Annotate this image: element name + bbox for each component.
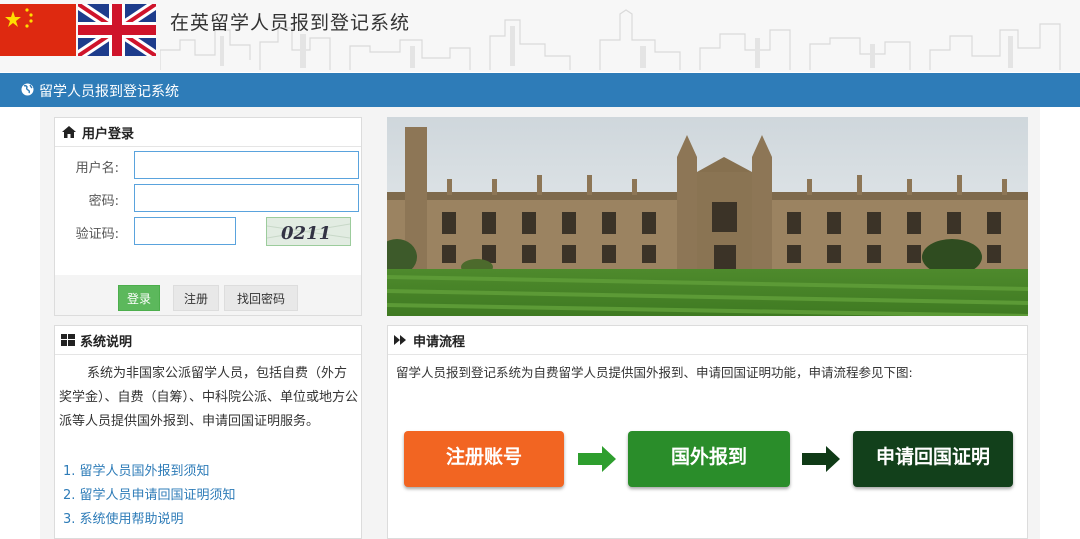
china-flag-icon <box>0 4 76 56</box>
site-title: 在英留学人员报到登记系统 <box>170 12 411 34</box>
username-row: 用户名: <box>55 151 363 181</box>
password-row: 密码: <box>55 184 363 214</box>
link-return-certificate-notice[interactable]: 2. 留学人员申请回国证明须知 <box>63 484 236 508</box>
step-return-certificate: 申请回国证明 <box>853 431 1013 487</box>
application-flow-description: 留学人员报到登记系统为自费留学人员提供国外报到、申请回国证明功能，申请流程参见下… <box>396 365 913 380</box>
windows-icon <box>61 334 75 346</box>
login-panel: 用户登录 用户名: 密码: 验证码: 0211 登录 注册 找回密码 <box>54 117 362 316</box>
step-register-account: 注册账号 <box>404 431 564 487</box>
info-links-list: 1. 留学人员国外报到须知 2. 留学人员申请回国证明须知 3. 系统使用帮助说… <box>63 460 236 532</box>
application-flow-title: 申请流程 <box>413 334 466 350</box>
register-button[interactable]: 注册 <box>173 285 219 311</box>
captcha-label: 验证码: <box>75 227 119 242</box>
password-input[interactable] <box>134 184 359 212</box>
username-label: 用户名: <box>75 161 119 176</box>
globe-icon <box>21 83 34 96</box>
login-panel-header: 用户登录 <box>55 118 361 147</box>
svg-text:0211: 0211 <box>281 223 331 244</box>
system-info-panel: 系统说明 系统为非国家公派留学人员，包括自费（外方奖学金）、自费（自筹）、中科院… <box>54 325 362 539</box>
login-button[interactable]: 登录 <box>118 285 160 311</box>
fast-forward-icon <box>394 335 406 345</box>
link-report-notice[interactable]: 1. 留学人员国外报到须知 <box>63 460 236 484</box>
arrow-right-icon <box>802 446 840 472</box>
application-flow-header: 申请流程 <box>388 326 1027 355</box>
nav-title-link[interactable]: 留学人员报到登记系统 <box>39 81 179 101</box>
password-label: 密码: <box>88 194 119 209</box>
captcha-row: 验证码: 0211 <box>55 217 363 247</box>
arrow-right-icon <box>578 446 616 472</box>
system-info-text: 系统为非国家公派留学人员，包括自费（外方奖学金）、自费（自筹）、中科院公派、单位… <box>59 366 359 429</box>
username-input[interactable] <box>134 151 359 179</box>
login-panel-title: 用户登录 <box>82 126 135 142</box>
step-overseas-report: 国外报到 <box>628 431 790 487</box>
home-icon <box>62 126 76 138</box>
system-info-title: 系统说明 <box>80 334 133 350</box>
system-info-header: 系统说明 <box>55 326 361 355</box>
site-header: 在英留学人员报到登记系统 <box>0 0 1080 72</box>
application-flow-panel: 申请流程 留学人员报到登记系统为自费留学人员提供国外报到、申请回国证明功能，申请… <box>387 325 1028 539</box>
captcha-input[interactable] <box>134 217 236 245</box>
link-system-help[interactable]: 3. 系统使用帮助说明 <box>63 508 236 532</box>
captcha-image[interactable]: 0211 <box>266 217 351 246</box>
login-button-bar: 登录 注册 找回密码 <box>55 275 361 315</box>
campus-photo <box>387 117 1028 316</box>
nav-bar: 留学人员报到登记系统 <box>0 73 1080 107</box>
recover-password-button[interactable]: 找回密码 <box>224 285 298 311</box>
uk-flag-icon <box>75 0 159 61</box>
